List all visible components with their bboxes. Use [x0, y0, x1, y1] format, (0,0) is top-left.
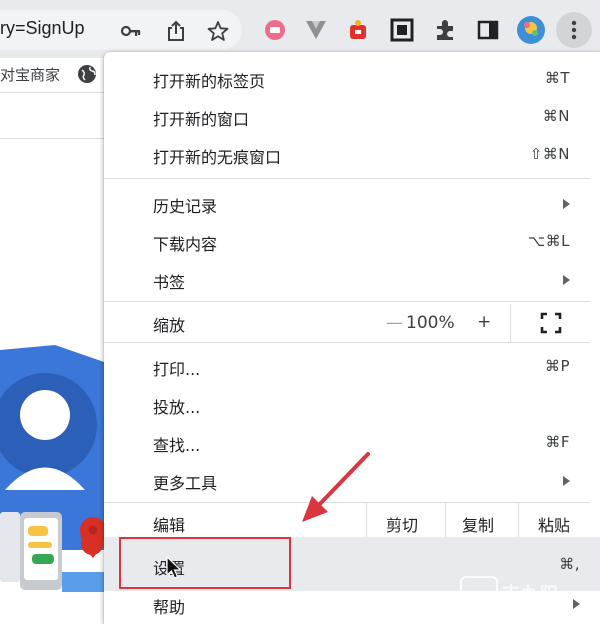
menu-item-cast[interactable]: 投放... — [104, 386, 590, 424]
shortcut-label: ⌘F — [545, 433, 570, 451]
kebab-menu-button[interactable] — [556, 12, 592, 48]
submenu-arrow-icon — [563, 275, 570, 285]
menu-separator — [104, 301, 590, 302]
menu-item-new-incognito[interactable]: 打开新的无痕窗口 ⇧⌘N — [104, 136, 590, 174]
watermark-icon — [460, 576, 498, 608]
shortcut-label: ⌘, — [559, 555, 580, 573]
menu-item-label: 打开新的标签页 — [153, 72, 266, 91]
menu-item-print[interactable]: 打印... ⌘P — [104, 348, 590, 386]
edit-label: 编辑 — [153, 516, 186, 535]
menu-item-label: 打开新的窗口 — [153, 110, 250, 129]
extension-icon-red[interactable] — [345, 17, 371, 43]
zoom-level: 100% — [406, 313, 455, 333]
qr-icon[interactable] — [389, 17, 415, 43]
fullscreen-icon[interactable] — [540, 312, 562, 334]
menu-item-new-window[interactable]: 打开新的窗口 ⌘N — [104, 98, 590, 136]
watermark-text: 吉九阳 — [502, 584, 559, 605]
page-divider — [0, 138, 104, 139]
annotation-arrow — [302, 452, 370, 522]
menu-item-new-tab[interactable]: 打开新的标签页 ⌘T — [104, 60, 590, 98]
sidebar-icon[interactable] — [475, 17, 501, 43]
account-illustration — [0, 345, 106, 592]
puzzle-icon[interactable] — [432, 17, 458, 43]
shortcut-label: ⌘N — [542, 107, 570, 125]
menu-item-label: 下载内容 — [153, 235, 218, 254]
submenu-arrow-icon — [563, 476, 570, 486]
menu-item-zoom: 缩放 — [104, 304, 590, 344]
mouse-cursor-icon — [166, 556, 182, 579]
menu-item-label: 查找... — [153, 436, 201, 455]
shortcut-label: ⌘P — [544, 357, 570, 375]
profile-avatar[interactable] — [516, 15, 546, 45]
key-icon[interactable] — [120, 20, 142, 42]
edit-divider — [518, 503, 519, 541]
address-bar-text[interactable]: ry=SignUp — [0, 18, 85, 39]
shortcut-label: ⇧⌘N — [529, 145, 570, 163]
zoom-divider — [510, 304, 511, 342]
extension-icon-v[interactable] — [303, 17, 329, 43]
menu-item-label: 投放... — [153, 398, 201, 417]
shortcut-label: ⌘T — [544, 69, 570, 87]
menu-item-label: 打印... — [153, 360, 201, 379]
menu-item-label: 历史记录 — [153, 197, 218, 216]
menu-item-downloads[interactable]: 下载内容 ⌥⌘L — [104, 223, 590, 261]
menu-item-label: 打开新的无痕窗口 — [153, 148, 282, 167]
bookmark-item[interactable]: 对宝商家 — [0, 64, 60, 85]
menu-item-label: 书签 — [153, 273, 186, 292]
globe-icon[interactable] — [76, 63, 98, 85]
cut-button[interactable]: 剪切 — [386, 512, 418, 536]
menu-separator — [104, 178, 590, 179]
kebab-menu-icon — [571, 20, 577, 40]
menu-item-bookmarks[interactable]: 书签 — [104, 261, 590, 299]
menu-item-history[interactable]: 历史记录 — [104, 185, 590, 223]
menu-item-label: 帮助 — [153, 598, 186, 617]
paste-button[interactable]: 粘贴 — [538, 512, 570, 536]
zoom-out-button[interactable]: — — [386, 313, 403, 333]
browser-toolbar: ry=SignUp — [0, 0, 600, 58]
settings-highlight-box — [119, 537, 291, 589]
submenu-arrow-icon — [573, 599, 580, 609]
menu-item-label: 更多工具 — [153, 474, 218, 493]
copy-button[interactable]: 复制 — [462, 512, 494, 536]
zoom-in-button[interactable]: + — [477, 312, 491, 332]
extension-icon-pink[interactable] — [262, 17, 288, 43]
shortcut-label: ⌥⌘L — [527, 232, 570, 250]
submenu-arrow-icon — [563, 199, 570, 209]
menu-separator — [104, 342, 590, 343]
edit-divider — [445, 503, 446, 541]
share-icon[interactable] — [165, 20, 187, 42]
zoom-label: 缩放 — [153, 316, 186, 335]
star-icon[interactable] — [207, 20, 229, 42]
